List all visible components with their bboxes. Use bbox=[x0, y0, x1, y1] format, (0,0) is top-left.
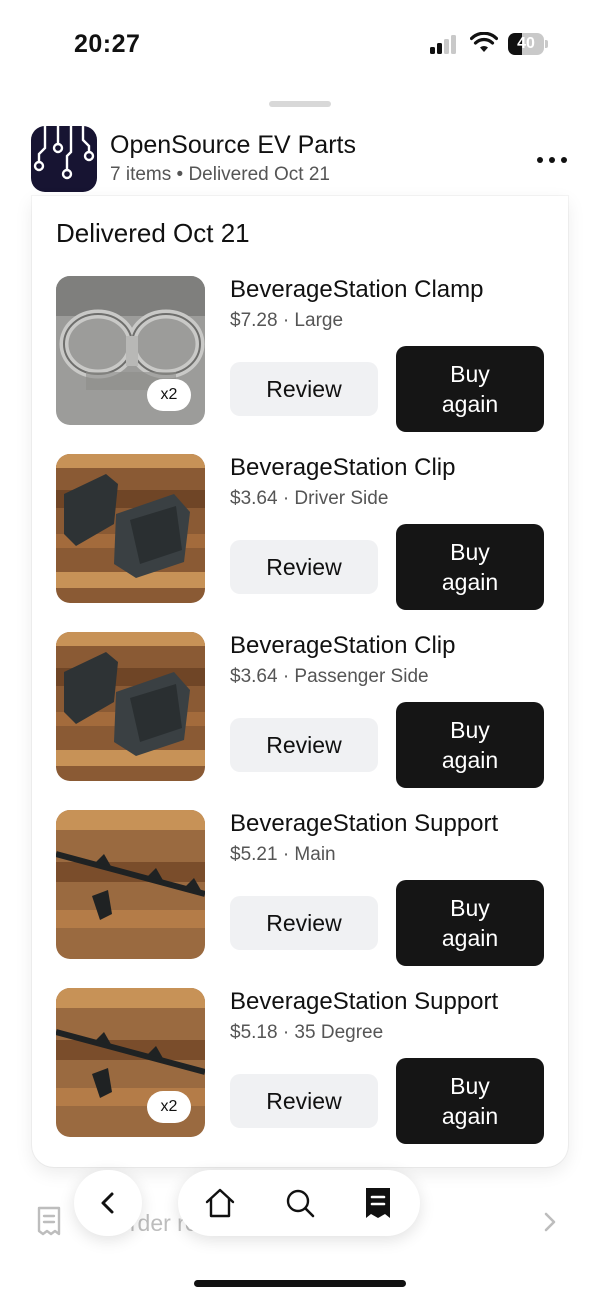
order-item: BeverageStation Support $5.21 · Main Rev… bbox=[56, 810, 546, 966]
home-icon bbox=[205, 1188, 235, 1218]
chevron-right-icon bbox=[544, 1212, 556, 1232]
tab-home[interactable] bbox=[202, 1185, 238, 1221]
shop-name[interactable]: OpenSource EV Parts bbox=[110, 131, 356, 160]
item-price-variant: $3.64 · Driver Side bbox=[230, 488, 389, 509]
item-price-variant: $7.28 · Large bbox=[230, 310, 344, 331]
buy-again-button[interactable]: Buy again bbox=[396, 880, 544, 966]
tab-orders[interactable] bbox=[360, 1185, 396, 1221]
review-button[interactable]: Review bbox=[230, 540, 378, 594]
buy-again-button[interactable]: Buy again bbox=[396, 524, 544, 610]
shop-logo[interactable] bbox=[31, 126, 97, 192]
product-image-clip-driver[interactable] bbox=[56, 454, 205, 603]
buy-again-button[interactable]: Buy again bbox=[396, 346, 544, 432]
product-image-support-35-degree[interactable]: x2 bbox=[56, 988, 205, 1137]
item-price-variant: $5.18 · 35 Degree bbox=[230, 1022, 384, 1043]
item-name[interactable]: BeverageStation Support bbox=[230, 810, 498, 838]
search-icon bbox=[286, 1189, 315, 1218]
quantity-badge: x2 bbox=[147, 1091, 191, 1123]
order-item: BeverageStation Clip $3.64 · Driver Side… bbox=[56, 454, 546, 610]
item-price-variant: $3.64 · Passenger Side bbox=[230, 666, 429, 687]
review-button[interactable]: Review bbox=[230, 1074, 378, 1128]
quantity-badge: x2 bbox=[147, 379, 191, 411]
order-item: BeverageStation Clip $3.64 · Passenger S… bbox=[56, 632, 546, 788]
review-button[interactable]: Review bbox=[230, 896, 378, 950]
product-image-clip-passenger[interactable] bbox=[56, 632, 205, 781]
more-options-icon[interactable] bbox=[532, 148, 572, 172]
buy-again-button[interactable]: Buy again bbox=[396, 1058, 544, 1144]
tab-search[interactable] bbox=[282, 1185, 318, 1221]
chevron-left-icon bbox=[101, 1192, 114, 1214]
battery-icon: 40 bbox=[508, 33, 548, 55]
order-item: x2 BeverageStation Clamp $7.28 · Large R… bbox=[56, 276, 546, 432]
product-image-support-main[interactable] bbox=[56, 810, 205, 959]
review-button[interactable]: Review bbox=[230, 362, 378, 416]
status-bar: 20:27 40 bbox=[0, 0, 599, 90]
item-name[interactable]: BeverageStation Clip bbox=[230, 632, 455, 660]
wifi-icon bbox=[470, 32, 498, 52]
item-price-variant: $5.21 · Main bbox=[230, 844, 336, 865]
sheet-grabber[interactable] bbox=[269, 101, 331, 107]
review-button[interactable]: Review bbox=[230, 718, 378, 772]
delivery-status-title: Delivered Oct 21 bbox=[56, 218, 250, 248]
order-item: x2 BeverageStation Support $5.18 · 35 De… bbox=[56, 988, 546, 1144]
order-card: Delivered Oct 21 x2 BeverageStation Clam… bbox=[32, 196, 568, 1167]
order-summary: 7 items • Delivered Oct 21 bbox=[110, 164, 330, 185]
status-time: 20:27 bbox=[74, 30, 141, 58]
product-image-clamp[interactable]: x2 bbox=[56, 276, 205, 425]
home-indicator bbox=[194, 1280, 406, 1287]
item-name[interactable]: BeverageStation Support bbox=[230, 988, 498, 1016]
battery-level: 40 bbox=[517, 35, 535, 52]
back-button[interactable] bbox=[74, 1170, 142, 1236]
item-name[interactable]: BeverageStation Clip bbox=[230, 454, 455, 482]
bottom-tab-bar bbox=[178, 1170, 420, 1236]
item-name[interactable]: BeverageStation Clamp bbox=[230, 276, 483, 304]
receipt-icon bbox=[366, 1188, 390, 1218]
buy-again-button[interactable]: Buy again bbox=[396, 702, 544, 788]
cellular-signal-icon bbox=[430, 34, 460, 54]
receipt-icon bbox=[37, 1206, 61, 1236]
